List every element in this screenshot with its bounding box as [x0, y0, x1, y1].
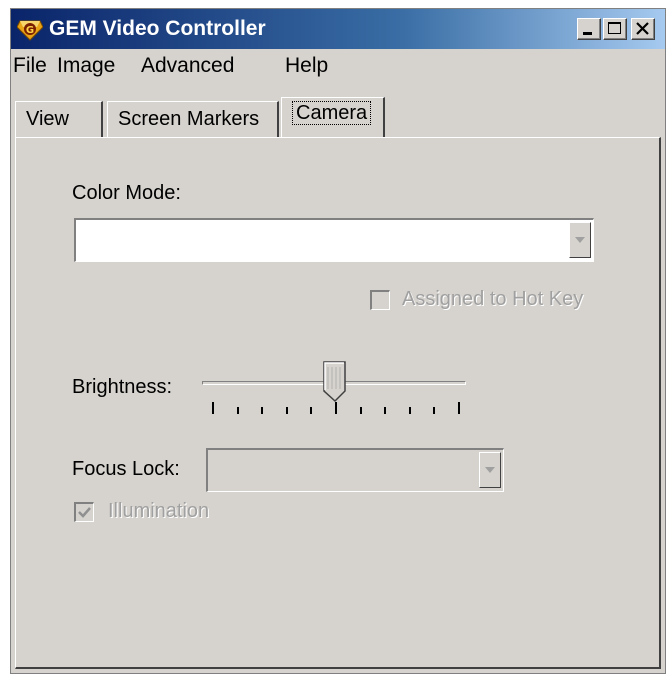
minimize-icon: [583, 32, 592, 35]
brightness-tick: [261, 407, 263, 414]
maximize-icon: [608, 22, 621, 34]
menu-file[interactable]: File: [13, 54, 47, 78]
brightness-tick: [409, 407, 411, 414]
gem-logo-icon: G: [16, 17, 44, 41]
hot-key-label: Assigned to Hot Key: [402, 288, 584, 310]
illumination-checkbox[interactable]: [74, 502, 94, 522]
app-window: G GEM Video Controller File Image Advanc…: [10, 8, 666, 674]
brightness-tick: [212, 402, 214, 414]
maximize-button[interactable]: [603, 18, 627, 40]
tab-screen-markers[interactable]: Screen Markers: [107, 101, 279, 137]
minimize-button[interactable]: [577, 18, 601, 40]
brightness-tick: [310, 407, 312, 414]
brightness-tick: [335, 402, 337, 414]
svg-text:G: G: [26, 25, 34, 36]
brightness-tick: [433, 407, 435, 414]
color-mode-dropdown-button[interactable]: [569, 222, 591, 258]
brightness-slider[interactable]: [200, 358, 470, 418]
brightness-tick: [384, 407, 386, 414]
title-bar[interactable]: G GEM Video Controller: [11, 9, 665, 49]
chevron-down-icon: [575, 237, 585, 243]
tab-camera-label: Camera: [292, 101, 372, 125]
menu-help[interactable]: Help: [285, 54, 328, 78]
slider-thumb-icon: [323, 361, 346, 403]
illumination-label: Illumination: [108, 500, 210, 522]
window-title: GEM Video Controller: [49, 17, 266, 40]
close-icon: [636, 22, 649, 35]
hot-key-checkbox[interactable]: [370, 290, 390, 310]
menu-bar: File Image Advanced Help: [11, 49, 665, 83]
close-button[interactable]: [631, 18, 655, 40]
focus-lock-label: Focus Lock:: [72, 458, 180, 480]
chevron-down-icon: [485, 467, 495, 473]
tab-view-label: View: [26, 108, 69, 130]
tab-view[interactable]: View: [15, 101, 103, 137]
focus-lock-dropdown-button[interactable]: [479, 452, 501, 488]
tab-camera[interactable]: Camera: [281, 97, 385, 137]
brightness-label: Brightness:: [72, 376, 173, 398]
brightness-tick: [237, 407, 239, 414]
menu-image[interactable]: Image: [57, 54, 115, 78]
brightness-thumb[interactable]: [323, 361, 347, 403]
brightness-tick: [458, 402, 460, 414]
color-mode-select[interactable]: [74, 218, 594, 262]
checkmark-icon: [78, 507, 91, 518]
focus-lock-select[interactable]: [206, 448, 504, 492]
brightness-tick: [360, 407, 362, 414]
color-mode-label: Color Mode:: [72, 182, 181, 204]
menu-advanced[interactable]: Advanced: [141, 54, 234, 78]
camera-panel: Color Mode: Assigned to Hot Key Brightne…: [15, 137, 661, 669]
tab-screen-markers-label: Screen Markers: [118, 108, 260, 130]
brightness-tick: [286, 407, 288, 414]
